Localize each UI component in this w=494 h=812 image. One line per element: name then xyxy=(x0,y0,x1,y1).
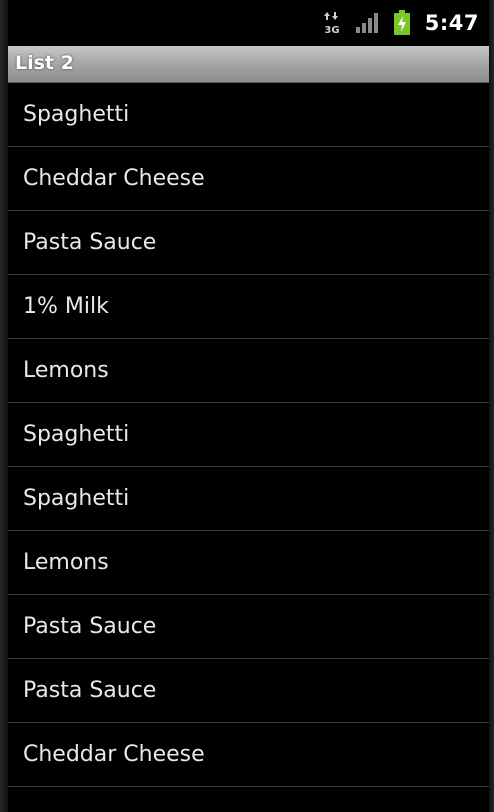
list-item[interactable]: Spaghetti xyxy=(8,467,489,531)
device-bezel-left xyxy=(0,0,8,812)
list-item-label: Lemons xyxy=(23,358,109,383)
app-screen: 3G 5:47 List 2 Spaghetti Cheddar Cheese … xyxy=(0,0,494,812)
list-item[interactable]: Lemons xyxy=(8,531,489,595)
list-item-label: Spaghetti xyxy=(23,102,130,127)
list-item-label: Cheddar Cheese xyxy=(23,166,205,191)
list-item-label: Lemons xyxy=(23,550,109,575)
device-bezel-right xyxy=(489,0,494,812)
status-icons: 3G 5:47 xyxy=(323,0,479,46)
list-item[interactable]: Spaghetti xyxy=(8,403,489,467)
list-item-label: Pasta Sauce xyxy=(23,614,157,639)
list-item[interactable]: Pasta Sauce xyxy=(8,211,489,275)
shopping-list: Spaghetti Cheddar Cheese Pasta Sauce 1% Mil… xyxy=(8,83,489,787)
3g-data-arrows-icon: 3G xyxy=(323,11,341,35)
list-item[interactable]: Cheddar Cheese xyxy=(8,723,489,787)
list-item[interactable]: Spaghetti xyxy=(8,83,489,147)
list-item-label: Spaghetti xyxy=(23,422,130,447)
list-item-label: Pasta Sauce xyxy=(23,230,157,255)
list-item-label: Cheddar Cheese xyxy=(23,742,205,767)
list-item[interactable]: Pasta Sauce xyxy=(8,659,489,723)
list-item[interactable]: Pasta Sauce xyxy=(8,595,489,659)
list-item[interactable]: Cheddar Cheese xyxy=(8,147,489,211)
network-type-label: 3G xyxy=(324,25,339,35)
list-item-label: Pasta Sauce xyxy=(23,678,157,703)
status-clock: 5:47 xyxy=(424,11,479,35)
list-item-label: 1% Milk xyxy=(23,294,109,319)
title-bar: List 2 xyxy=(8,46,489,83)
list-item[interactable]: Lemons xyxy=(8,339,489,403)
signal-strength-icon xyxy=(355,12,379,34)
list-item[interactable]: 1% Milk xyxy=(8,275,489,339)
page-title: List 2 xyxy=(15,52,74,74)
status-bar: 3G 5:47 xyxy=(8,0,489,46)
list-item-label: Spaghetti xyxy=(23,486,130,511)
battery-charging-icon xyxy=(393,10,411,36)
